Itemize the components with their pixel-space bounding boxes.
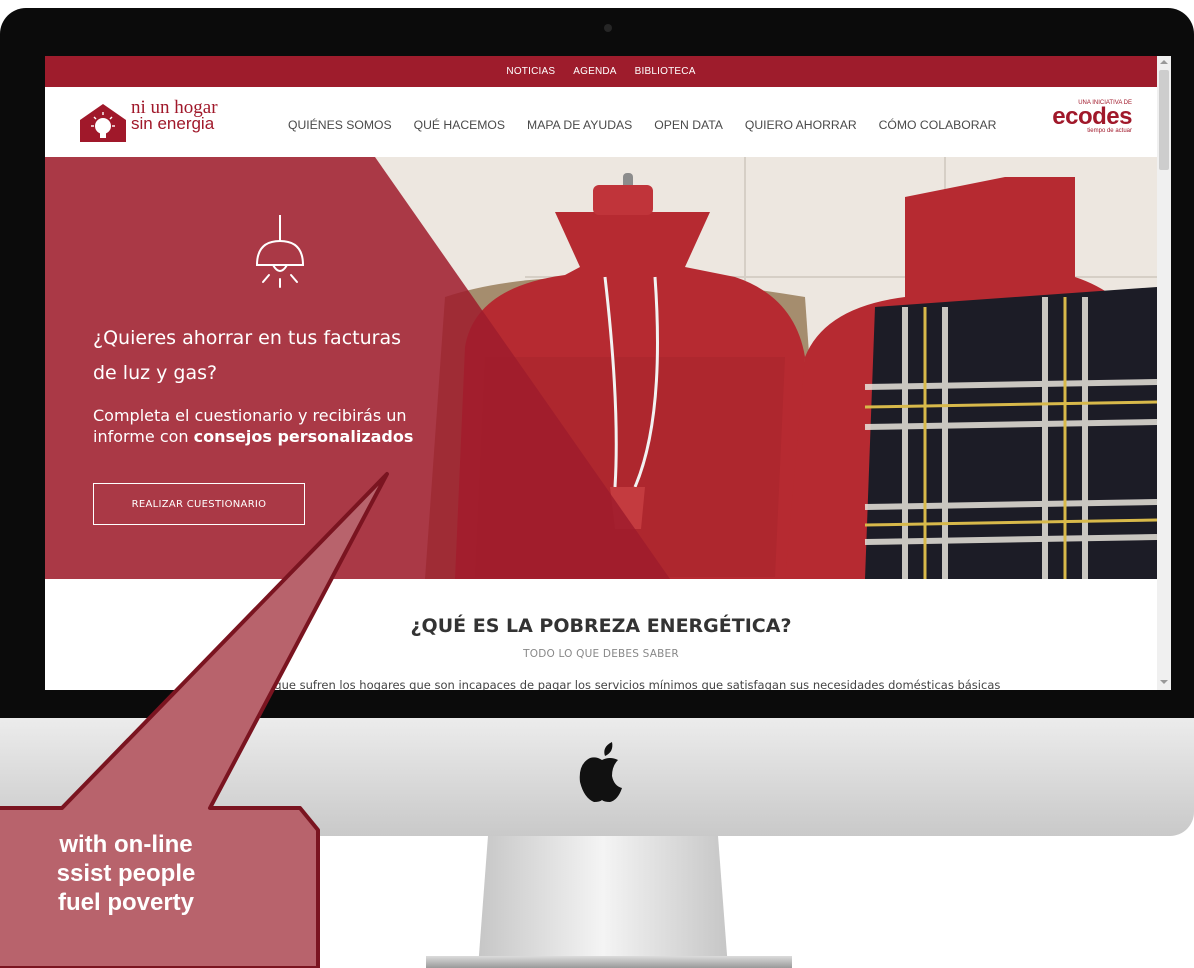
hero-sub-line-2-prefix: informe con — [93, 427, 194, 446]
section-body-text: La situación que sufren los hogares que … — [201, 678, 1001, 690]
hero-heading-line-1: ¿Quieres ahorrar en tus facturas — [93, 327, 401, 349]
hero-sub-line-1: Completa el cuestionario y recibirás un — [93, 406, 407, 425]
top-link-noticias[interactable]: NOTICIAS — [506, 66, 555, 77]
hero-sub-line-2-bold: consejos personalizados — [193, 427, 414, 446]
callout-text: with on-line ssist people fuel poverty — [0, 830, 306, 917]
main-navbar: ni un hogar sin energia QUIÉNES SOMOS QU… — [45, 87, 1157, 157]
top-link-agenda[interactable]: AGENDA — [573, 66, 616, 77]
top-bar: NOTICIAS AGENDA BIBLIOTECA — [45, 56, 1157, 87]
logo-line-2: sin energia — [131, 114, 215, 133]
callout-line-1: with on-line — [59, 831, 193, 858]
ecodes-logo[interactable]: UNA INICIATIVA DE ecodes tiempo de actua… — [1052, 100, 1132, 134]
site-logo[interactable]: ni un hogar sin energia — [131, 98, 218, 133]
nav-mapa-de-ayudas[interactable]: MAPA DE AYUDAS — [527, 118, 632, 132]
hero-banner: ¿Quieres ahorrar en tus facturas de luz … — [45, 157, 1157, 579]
callout-line-3: fuel poverty — [57, 889, 195, 916]
scroll-thumb[interactable] — [1159, 70, 1169, 170]
monitor-stand — [478, 836, 728, 968]
scroll-down-arrow-icon[interactable] — [1160, 680, 1168, 684]
hero-heading: ¿Quieres ahorrar en tus facturas de luz … — [93, 321, 513, 391]
section-title: ¿QUÉ ES LA POBREZA ENERGÉTICA? — [410, 615, 792, 637]
ecodes-brand: ecodes — [1052, 103, 1132, 130]
nav-quiero-ahorrar[interactable]: QUIERO AHORRAR — [745, 118, 857, 132]
hero-heading-line-2: de luz y gas? — [93, 362, 218, 384]
scroll-up-arrow-icon[interactable] — [1160, 60, 1168, 64]
callout-line-2: ssist people — [56, 860, 196, 887]
browser-viewport: NOTICIAS AGENDA BIBLIOTECA ni un hogar s… — [45, 56, 1157, 690]
section-subtitle: TODO LO QUE DEBES SABER — [523, 648, 679, 660]
nav-quienes-somos[interactable]: QUIÉNES SOMOS — [288, 118, 392, 132]
apple-logo-icon — [579, 742, 622, 802]
main-menu: QUIÉNES SOMOS QUÉ HACEMOS MAPA DE AYUDAS… — [288, 118, 996, 132]
ceiling-lamp-icon — [255, 215, 305, 288]
monitor-stand-base — [426, 956, 792, 968]
nav-que-hacemos[interactable]: QUÉ HACEMOS — [414, 118, 505, 132]
house-bulb-logo-icon[interactable] — [78, 102, 128, 142]
camera — [604, 24, 612, 32]
top-link-biblioteca[interactable]: BIBLIOTECA — [635, 66, 696, 77]
realizar-cuestionario-button[interactable]: REALIZAR CUESTIONARIO — [93, 483, 305, 525]
hero-subtitle: Completa el cuestionario y recibirás un … — [93, 405, 513, 447]
nav-open-data[interactable]: OPEN DATA — [654, 118, 723, 132]
nav-como-colaborar[interactable]: CÓMO COLABORAR — [879, 118, 997, 132]
vertical-scrollbar[interactable] — [1157, 56, 1171, 690]
